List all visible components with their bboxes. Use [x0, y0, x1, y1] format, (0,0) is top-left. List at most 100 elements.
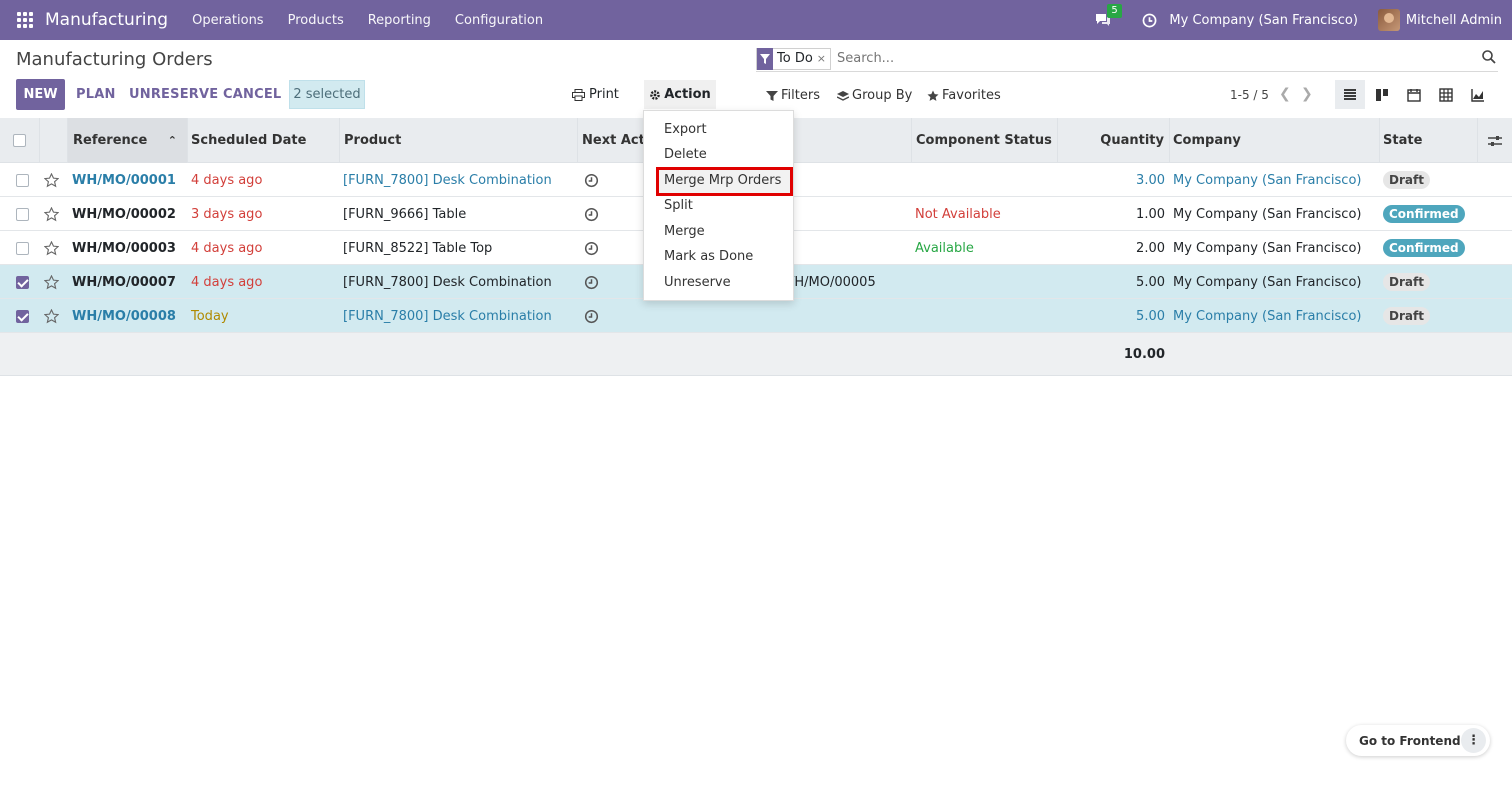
- row-company: My Company (San Francisco): [1173, 172, 1362, 188]
- apps-grid-icon[interactable]: [17, 12, 33, 28]
- more-options-icon[interactable]: ⋮: [1461, 728, 1486, 753]
- pivot-view-icon[interactable]: [1431, 80, 1461, 109]
- table-footer: 10.00: [0, 333, 1512, 376]
- search-facet: To Do ×: [756, 47, 832, 70]
- top-navbar: Manufacturing Operations Products Report…: [0, 0, 1512, 40]
- row-scheduled-date: 4 days ago: [191, 240, 263, 256]
- row-product: [FURN_7800] Desk Combination: [343, 274, 552, 290]
- action-button[interactable]: Action: [644, 80, 716, 109]
- favorite-star-icon[interactable]: [44, 163, 59, 197]
- search-icon[interactable]: [1482, 50, 1496, 64]
- print-label: Print: [589, 87, 619, 102]
- activity-clock-icon[interactable]: [584, 299, 599, 333]
- menu-operations[interactable]: Operations: [192, 13, 263, 28]
- row-checkbox[interactable]: [16, 275, 29, 289]
- menu-item-split[interactable]: Split: [664, 198, 693, 213]
- pager-prev-icon[interactable]: ❮: [1279, 86, 1291, 102]
- row-scheduled-date: 4 days ago: [191, 274, 263, 290]
- print-button[interactable]: Print: [572, 87, 619, 102]
- app-title[interactable]: Manufacturing: [45, 10, 168, 30]
- user-menu[interactable]: Mitchell Admin: [1406, 13, 1502, 28]
- calendar-view-icon[interactable]: [1399, 80, 1429, 109]
- company-switcher[interactable]: My Company (San Francisco): [1169, 13, 1357, 28]
- favorite-star-icon[interactable]: [44, 231, 59, 265]
- filter-facet-icon: [757, 47, 773, 70]
- favorite-col: [40, 118, 68, 163]
- menu-products[interactable]: Products: [288, 13, 344, 28]
- row-reference: WH/MO/00001: [72, 172, 176, 188]
- pager-value[interactable]: 1-5 / 5: [1230, 88, 1269, 102]
- row-reference: WH/MO/00002: [72, 206, 176, 222]
- row-company: My Company (San Francisco): [1173, 308, 1362, 324]
- row-checkbox[interactable]: [16, 207, 29, 221]
- menu-item-unreserve[interactable]: Unreserve: [664, 275, 731, 290]
- page-title: Manufacturing Orders: [16, 49, 213, 70]
- row-checkbox[interactable]: [16, 241, 29, 255]
- col-component-status[interactable]: Component Status: [912, 118, 1058, 163]
- col-state[interactable]: State: [1380, 118, 1478, 163]
- search-bar: To Do ×: [756, 46, 1498, 72]
- favorites-button[interactable]: Favorites: [927, 88, 1001, 103]
- facet-remove-icon[interactable]: ×: [817, 52, 830, 65]
- go-to-frontend-widget: Go to Frontend ⋮: [1346, 725, 1490, 756]
- activity-clock-icon[interactable]: [584, 265, 599, 299]
- status-badge: Confirmed: [1383, 205, 1465, 223]
- col-quantity[interactable]: Quantity: [1058, 118, 1170, 163]
- row-quantity: 5.00: [1136, 274, 1165, 290]
- plan-button[interactable]: PLAN: [76, 87, 116, 102]
- row-component-status: Available: [915, 240, 974, 256]
- row-product: [FURN_7800] Desk Combination: [343, 308, 552, 324]
- col-reference[interactable]: Reference ⌃: [68, 118, 188, 163]
- select-all-checkbox[interactable]: [13, 134, 26, 147]
- selected-count-badge[interactable]: 2 selected: [289, 80, 365, 109]
- unreserve-button[interactable]: UNRESERVE: [129, 87, 218, 102]
- row-checkbox[interactable]: [16, 309, 29, 323]
- menu-configuration[interactable]: Configuration: [455, 13, 543, 28]
- row-company: My Company (San Francisco): [1173, 274, 1362, 290]
- menu-item-merge[interactable]: Merge: [664, 224, 705, 239]
- row-quantity: 5.00: [1136, 308, 1165, 324]
- filters-label: Filters: [781, 88, 820, 103]
- favorite-star-icon[interactable]: [44, 265, 59, 299]
- table-row[interactable]: WH/MO/00008 Today [FURN_7800] Desk Combi…: [0, 299, 1512, 333]
- row-checkbox[interactable]: [16, 173, 29, 187]
- menu-item-delete[interactable]: Delete: [664, 147, 707, 162]
- layers-icon: [837, 90, 849, 101]
- col-company[interactable]: Company: [1170, 118, 1380, 163]
- menu-item-mark-as-done[interactable]: Mark as Done: [664, 249, 753, 264]
- new-button[interactable]: NEW: [16, 79, 65, 110]
- gear-icon: [650, 89, 660, 100]
- kanban-view-icon[interactable]: [1367, 80, 1397, 109]
- menu-reporting[interactable]: Reporting: [368, 13, 431, 28]
- star-icon: [927, 90, 939, 101]
- activity-clock-icon[interactable]: [584, 197, 599, 231]
- filters-button[interactable]: Filters: [766, 88, 820, 103]
- cancel-button[interactable]: CANCEL: [223, 87, 281, 102]
- col-product[interactable]: Product: [340, 118, 578, 163]
- row-product: [FURN_8522] Table Top: [343, 240, 493, 256]
- col-scheduled-date[interactable]: Scheduled Date: [188, 118, 340, 163]
- optional-columns-icon[interactable]: [1478, 118, 1512, 163]
- row-reference: WH/MO/00007: [72, 274, 176, 290]
- sort-ascending-icon: ⌃: [167, 134, 177, 147]
- chat-count-badge: 5: [1107, 4, 1122, 18]
- chat-icon[interactable]: 5: [1094, 4, 1122, 28]
- activity-clock-icon[interactable]: [584, 231, 599, 265]
- graph-view-icon[interactable]: [1463, 80, 1493, 109]
- go-to-frontend-button[interactable]: Go to Frontend: [1359, 734, 1461, 748]
- menu-item-merge-mrp-orders[interactable]: Merge Mrp Orders: [664, 173, 781, 188]
- filter-icon: [766, 90, 778, 101]
- activity-clock-icon[interactable]: [584, 163, 599, 197]
- list-view-icon[interactable]: [1335, 80, 1365, 109]
- group-by-label: Group By: [852, 88, 913, 103]
- favorite-star-icon[interactable]: [44, 197, 59, 231]
- activity-clock-icon[interactable]: [1142, 13, 1157, 28]
- group-by-button[interactable]: Group By: [837, 88, 912, 103]
- pager-next-icon[interactable]: ❯: [1301, 86, 1313, 102]
- menu-item-export[interactable]: Export: [664, 122, 707, 137]
- search-input[interactable]: [837, 51, 1458, 66]
- avatar[interactable]: [1377, 9, 1400, 31]
- row-source: /H/MO/00005: [790, 274, 876, 290]
- favorite-star-icon[interactable]: [44, 299, 59, 333]
- row-product: [FURN_7800] Desk Combination: [343, 172, 552, 188]
